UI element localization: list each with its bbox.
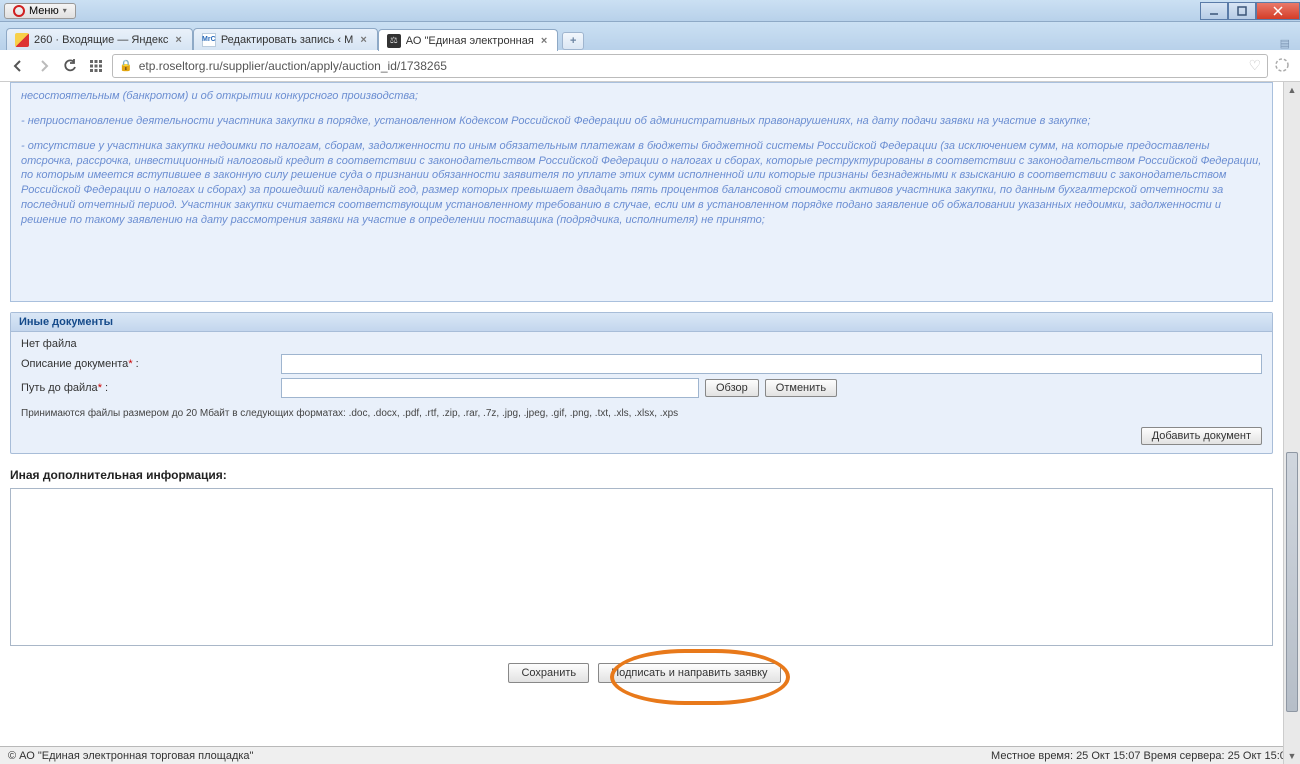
browser-tab-yandex-mail[interactable]: 260 · Входящие — Яндекс ×: [6, 28, 193, 50]
save-button[interactable]: Сохранить: [508, 663, 589, 683]
roseltorg-favicon: ⚖: [387, 34, 401, 48]
page-content: несостоятельным (банкротом) и об открыти…: [0, 82, 1283, 764]
declaration-text-line: несостоятельным (банкротом) и об открыти…: [21, 89, 1262, 104]
status-copyright: © АО "Единая электронная торговая площад…: [8, 750, 253, 762]
opera-menu-button[interactable]: Меню ▾: [4, 3, 76, 19]
declaration-panel: несостоятельным (банкротом) и об открыти…: [10, 82, 1273, 302]
address-bar[interactable]: 🔒 etp.roseltorg.ru/supplier/auction/appl…: [112, 54, 1268, 78]
doc-description-input[interactable]: [281, 354, 1262, 374]
tab-close-icon[interactable]: ×: [539, 35, 549, 47]
status-time: Местное время: 25 Окт 15:07 Время сервер…: [991, 750, 1283, 762]
browser-tab-roseltorg[interactable]: ⚖ АО "Единая электронная ×: [378, 29, 559, 51]
yandex-favicon: [15, 33, 29, 47]
url-text: etp.roseltorg.ru/supplier/auction/apply/…: [139, 59, 1243, 73]
add-document-button[interactable]: Добавить документ: [1141, 427, 1262, 445]
form-actions: Сохранить Подписать и направить заявку: [10, 649, 1273, 689]
mrc-favicon: MrC: [202, 33, 216, 47]
nav-forward-button[interactable]: [34, 56, 54, 76]
tab-close-icon[interactable]: ×: [173, 34, 183, 46]
opera-menu-label: Меню: [29, 5, 59, 17]
additional-info-textarea[interactable]: [10, 488, 1273, 646]
speed-dial-button[interactable]: [86, 56, 106, 76]
nav-back-button[interactable]: [8, 56, 28, 76]
doc-filepath-input[interactable]: [281, 378, 699, 398]
other-documents-panel: Иные документы Нет файла Описание докуме…: [10, 312, 1273, 454]
tab-close-icon[interactable]: ×: [358, 34, 368, 46]
doc-description-label: Описание документа* :: [21, 358, 281, 370]
additional-info-label: Иная дополнительная информация:: [10, 468, 1273, 482]
bookmark-heart-icon[interactable]: ♡: [1248, 57, 1261, 74]
status-bar: © АО "Единая электронная торговая площад…: [0, 746, 1283, 764]
declaration-scrollarea[interactable]: несостоятельным (банкротом) и об открыти…: [11, 83, 1272, 301]
tab-label: Редактировать запись ‹ М: [221, 34, 353, 46]
scroll-down-arrow[interactable]: ▼: [1284, 748, 1300, 764]
cancel-upload-button[interactable]: Отменить: [765, 379, 837, 397]
new-tab-button[interactable]: +: [562, 32, 584, 50]
page-scrollbar[interactable]: ▲ ▼: [1283, 82, 1300, 764]
browser-tab-edit-post[interactable]: MrC Редактировать запись ‹ М ×: [193, 28, 378, 50]
panel-toggle-icon[interactable]: ▤: [1280, 37, 1290, 50]
nav-reload-button[interactable]: [60, 56, 80, 76]
window-minimize-button[interactable]: [1200, 2, 1228, 20]
scroll-up-arrow[interactable]: ▲: [1284, 82, 1300, 98]
file-formats-hint: Принимаются файлы размером до 20 Мбайт в…: [21, 408, 1262, 419]
sign-and-send-button[interactable]: Подписать и направить заявку: [598, 663, 780, 683]
declaration-text-line: - отсутствие у участника закупки недоимк…: [21, 139, 1262, 228]
opera-icon: [13, 5, 25, 17]
tab-label: 260 · Входящие — Яндекс: [34, 34, 168, 46]
declaration-text-line: - неприостановление деятельности участни…: [21, 114, 1262, 129]
browser-toolbar: 🔒 etp.roseltorg.ru/supplier/auction/appl…: [0, 50, 1300, 82]
browser-tab-bar: 260 · Входящие — Яндекс × MrC Редактиров…: [0, 22, 1300, 50]
doc-filepath-label: Путь до файла* :: [21, 382, 281, 394]
window-close-button[interactable]: [1256, 2, 1300, 20]
lock-icon: 🔒: [119, 59, 133, 72]
sync-icon[interactable]: [1274, 57, 1292, 75]
tab-label: АО "Единая электронная: [406, 35, 534, 47]
window-maximize-button[interactable]: [1228, 2, 1256, 20]
other-documents-header: Иные документы: [11, 313, 1272, 332]
chevron-down-icon: ▾: [63, 6, 67, 15]
window-titlebar: Меню ▾: [0, 0, 1300, 22]
browse-button[interactable]: Обзор: [705, 379, 759, 397]
scroll-thumb[interactable]: [1286, 452, 1298, 712]
no-file-label: Нет файла: [21, 338, 1262, 350]
